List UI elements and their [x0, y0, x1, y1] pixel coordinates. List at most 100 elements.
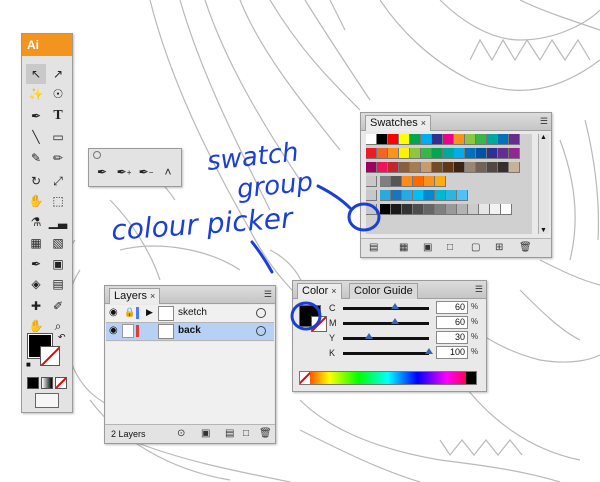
stroke-swatch[interactable]	[40, 346, 60, 366]
panel-menu-icon[interactable]: ☰	[540, 116, 548, 127]
lock-icon[interactable]: 🔒	[124, 307, 135, 318]
swatch[interactable]	[446, 204, 457, 215]
type-tool-icon[interactable]: T	[48, 106, 68, 126]
delete-layer-icon[interactable]: 🗑	[259, 428, 272, 439]
eraser-tool-icon[interactable]: ✐	[48, 296, 68, 316]
delete-anchor-icon[interactable]: ✒ −	[136, 162, 156, 182]
swatch[interactable]	[424, 204, 435, 215]
swatch[interactable]	[377, 148, 388, 159]
swatch[interactable]	[366, 134, 377, 145]
swatch[interactable]	[402, 190, 413, 201]
scale-tool-icon[interactable]: ⤢	[48, 171, 68, 191]
swatch[interactable]	[424, 190, 435, 201]
slider-thumb[interactable]	[425, 348, 433, 354]
swatch[interactable]	[501, 204, 512, 215]
swatch[interactable]	[454, 162, 465, 173]
new-swatch-add-icon[interactable]: ⊞	[495, 242, 503, 253]
swatch[interactable]	[498, 162, 509, 173]
close-icon[interactable]: ×	[421, 118, 426, 128]
lock-placeholder[interactable]	[122, 324, 134, 338]
folder-icon[interactable]	[366, 190, 377, 201]
swatch[interactable]	[421, 162, 432, 173]
swatch[interactable]	[446, 190, 457, 201]
swatch[interactable]	[435, 204, 446, 215]
symbol-sprayer-tool-icon[interactable]: ⚗	[26, 212, 46, 232]
target-circle-icon[interactable]	[256, 308, 266, 318]
swatch[interactable]	[509, 148, 520, 159]
layer-row[interactable]: ◉ 🔒 ▶ sketch	[106, 305, 274, 323]
new-swatch-icon[interactable]: ▢	[471, 242, 480, 253]
swatch[interactable]	[435, 176, 446, 187]
swatch[interactable]	[413, 190, 424, 201]
swatch[interactable]	[487, 148, 498, 159]
swatch[interactable]	[413, 176, 424, 187]
layer-row-selected[interactable]: ◉ back	[106, 323, 274, 341]
delete-swatch-icon[interactable]: 🗑	[519, 242, 532, 253]
folder-icon[interactable]	[366, 176, 377, 187]
add-anchor-icon[interactable]: ✒ +	[114, 162, 134, 182]
swatch[interactable]	[424, 176, 435, 187]
warp-tool-icon[interactable]: ✋	[26, 191, 46, 211]
target-circle-icon[interactable]	[256, 326, 266, 336]
channel-value-input[interactable]: 30	[436, 331, 468, 344]
pen-icon[interactable]: ✒	[92, 162, 112, 182]
swatch[interactable]	[399, 148, 410, 159]
swatch[interactable]	[399, 162, 410, 173]
swatch[interactable]	[443, 162, 454, 173]
channel-slider[interactable]	[343, 307, 429, 310]
graph-tool-icon[interactable]: ▁▃	[48, 212, 68, 232]
show-swatch-kinds-icon[interactable]: ▦	[399, 242, 408, 253]
live-paint-selection-tool-icon[interactable]: ▤	[48, 274, 68, 294]
channel-slider[interactable]	[343, 352, 429, 355]
swatch[interactable]	[391, 204, 402, 215]
none-mode-button[interactable]	[55, 377, 67, 389]
swatch-libraries-icon[interactable]: ▤	[369, 242, 378, 253]
panel-menu-icon[interactable]: ☰	[475, 284, 483, 295]
swatch[interactable]	[421, 134, 432, 145]
swatch[interactable]	[443, 134, 454, 145]
free-transform-tool-icon[interactable]: ⬚	[48, 191, 68, 211]
swatch[interactable]	[391, 176, 402, 187]
swatch[interactable]	[487, 134, 498, 145]
rectangle-tool-icon[interactable]: ▭	[48, 127, 68, 147]
pencil-tool-icon[interactable]: ✏	[48, 148, 68, 168]
swatch[interactable]	[391, 190, 402, 201]
swatch-options-icon[interactable]: ▣	[423, 242, 432, 253]
swatch[interactable]	[380, 190, 391, 201]
tab-layers[interactable]: Layers ×	[109, 288, 161, 304]
swatch[interactable]	[380, 204, 391, 215]
swatch[interactable]	[457, 204, 468, 215]
scrollbar[interactable]: ▲ ▼	[538, 134, 549, 234]
swatch[interactable]	[366, 162, 377, 173]
swatch[interactable]	[476, 148, 487, 159]
locate-object-icon[interactable]: ⊙	[177, 428, 185, 439]
visibility-eye-icon[interactable]: ◉	[109, 307, 118, 318]
new-layer-icon[interactable]: □	[243, 428, 249, 439]
swatch[interactable]	[399, 134, 410, 145]
folder-icon[interactable]	[366, 204, 377, 215]
convert-anchor-icon[interactable]: ˄	[158, 162, 178, 182]
color-spectrum[interactable]	[299, 371, 477, 385]
tab-color-guide[interactable]: Color Guide	[349, 283, 418, 299]
live-paint-tool-icon[interactable]: ◈	[26, 274, 46, 294]
magic-wand-tool-icon[interactable]: ✨	[26, 84, 46, 104]
swatch[interactable]	[388, 148, 399, 159]
panel-menu-icon[interactable]: ☰	[264, 289, 272, 300]
default-colors-icon[interactable]: ■	[26, 360, 31, 369]
swatch[interactable]	[388, 134, 399, 145]
pen-tool-icon[interactable]: ✒	[26, 106, 46, 126]
swap-fill-stroke-icon[interactable]: ↶	[58, 332, 66, 343]
swatch[interactable]	[380, 176, 391, 187]
paintbrush-tool-icon[interactable]: ✎	[26, 148, 46, 168]
channel-slider[interactable]	[343, 337, 429, 340]
channel-value-input[interactable]: 60	[436, 301, 468, 314]
tab-color[interactable]: Color ×	[297, 283, 342, 299]
direct-selection-tool-icon[interactable]: ↗	[48, 64, 68, 84]
rotate-tool-icon[interactable]: ↻	[26, 171, 46, 191]
swatch[interactable]	[410, 134, 421, 145]
swatch[interactable]	[432, 134, 443, 145]
none-color-swatch[interactable]	[300, 372, 310, 384]
slider-thumb[interactable]	[364, 333, 373, 339]
stroke-color-chip[interactable]	[311, 316, 327, 332]
blend-tool-icon[interactable]: ▣	[48, 254, 68, 274]
